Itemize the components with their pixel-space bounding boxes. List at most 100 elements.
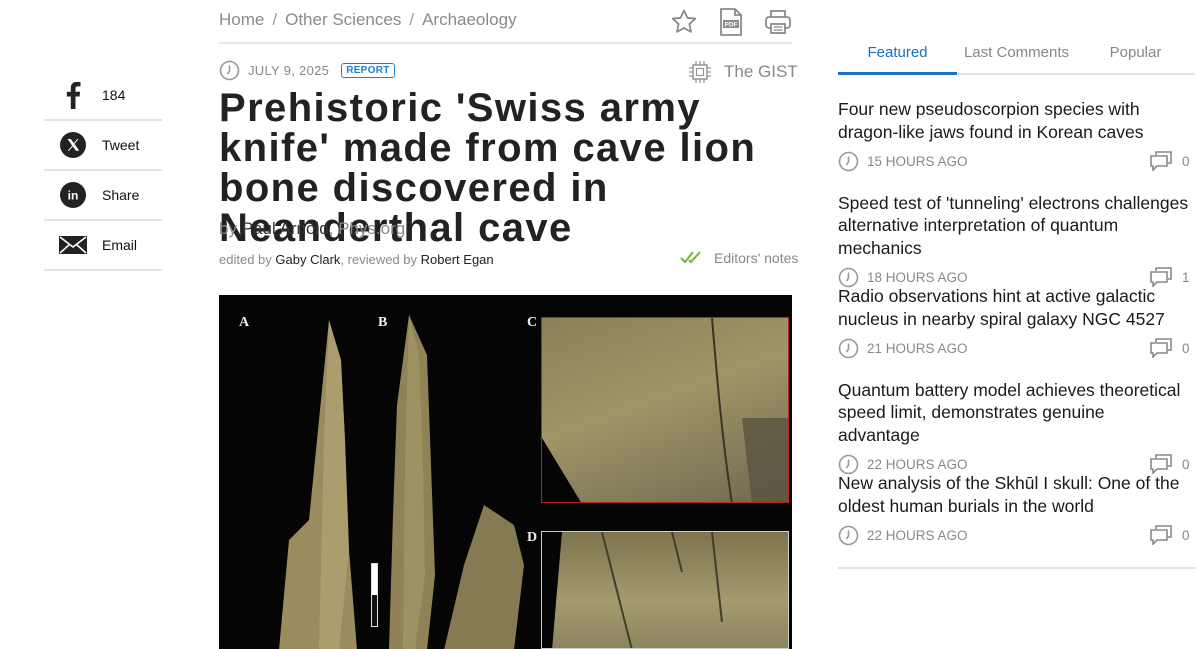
print-button[interactable]: [764, 8, 792, 36]
list-item: Radio observations hint at active galact…: [838, 285, 1190, 379]
news-title-link[interactable]: New analysis of the Skhūl I skull: One o…: [838, 472, 1190, 517]
news-title-link[interactable]: Four new pseudoscorpion species with dra…: [838, 98, 1190, 143]
tab-featured[interactable]: Featured: [838, 38, 957, 75]
comment-count: 0: [1182, 340, 1190, 356]
list-item: Quantum battery model achieves theoretic…: [838, 379, 1190, 474]
news-time: 22 HOURS AGO: [867, 456, 968, 472]
linkedin-share-label: Share: [102, 187, 140, 203]
article-image[interactable]: A B C D: [219, 295, 792, 649]
comment-count: 0: [1182, 527, 1190, 543]
breadcrumb: Home / Other Sciences / Archaeology: [219, 10, 517, 30]
breadcrumb-home[interactable]: Home: [219, 10, 264, 29]
print-icon: [765, 10, 791, 34]
byline-comma: ,: [328, 219, 334, 238]
comments-link[interactable]: 0: [1150, 454, 1190, 474]
figure-label-d: D: [527, 530, 538, 545]
linkedin-share-button[interactable]: in Share: [44, 171, 162, 221]
clock-icon: [838, 151, 859, 171]
facebook-share-button[interactable]: 184: [44, 71, 162, 121]
comment-icon: [1150, 454, 1172, 474]
chip-icon: [689, 61, 711, 83]
article-meta: JULY 9, 2025 REPORT: [219, 60, 395, 81]
bookmark-star-button[interactable]: [670, 8, 698, 36]
news-title-link[interactable]: Radio observations hint at active galact…: [838, 285, 1190, 330]
double-check-icon: [680, 251, 701, 264]
comments-link[interactable]: 1: [1150, 267, 1190, 287]
reviewed-by-label: , reviewed by: [340, 252, 418, 267]
star-icon: [671, 9, 697, 33]
breadcrumb-archaeology[interactable]: Archaeology: [422, 10, 517, 29]
article-date: JULY 9, 2025: [248, 63, 330, 78]
tweet-button[interactable]: Tweet: [44, 121, 162, 171]
scale-bar: [371, 563, 378, 627]
the-gist-label: The GIST: [724, 62, 798, 81]
source-link[interactable]: Phys.org: [338, 219, 405, 238]
svg-text:PDF: PDF: [725, 22, 738, 29]
article-tools: PDF: [670, 8, 792, 36]
pdf-button[interactable]: PDF: [717, 8, 745, 36]
comment-count: 0: [1182, 456, 1190, 472]
tweet-label: Tweet: [102, 137, 140, 153]
detail-panel-c: [541, 317, 789, 503]
divider: [219, 42, 792, 44]
breadcrumb-other-sciences[interactable]: Other Sciences: [285, 10, 401, 29]
email-share-button[interactable]: Email: [44, 221, 162, 271]
edit-credits: edited by Gaby Clark, reviewed by Robert…: [219, 252, 494, 267]
byline: by Paul Arnold, Phys.org: [219, 219, 405, 239]
breadcrumb-separator: /: [409, 10, 415, 29]
figure-label-c: C: [527, 315, 538, 330]
editor-link[interactable]: Gaby Clark: [275, 252, 340, 267]
reviewer-link[interactable]: Robert Egan: [421, 252, 494, 267]
sidebar-tabs: Featured Last Comments Popular: [838, 38, 1195, 75]
bone-fragment-c: [444, 505, 524, 649]
list-item: New analysis of the Skhūl I skull: One o…: [838, 472, 1190, 566]
news-time: 18 HOURS AGO: [867, 269, 968, 285]
facebook-share-count: 184: [102, 87, 126, 103]
svg-text:in: in: [68, 189, 79, 203]
news-meta: 22 HOURS AGO 0: [838, 524, 1190, 546]
bone-fragment-a: [279, 320, 359, 649]
clock-icon: [838, 525, 859, 545]
clock-icon: [219, 60, 240, 81]
news-meta: 15 HOURS AGO 0: [838, 150, 1190, 172]
comment-count: 0: [1182, 153, 1190, 169]
report-badge[interactable]: REPORT: [341, 63, 395, 78]
news-time: 15 HOURS AGO: [867, 153, 968, 169]
clock-icon: [838, 338, 859, 358]
facebook-icon: [44, 81, 102, 109]
detail-panel-d: [541, 531, 789, 649]
tab-last-comments[interactable]: Last Comments: [957, 38, 1076, 73]
email-icon: [44, 235, 102, 255]
divider: [838, 567, 1195, 569]
share-sidebar: 184 Tweet in Share Email: [44, 71, 162, 271]
comments-link[interactable]: 0: [1150, 338, 1190, 358]
breadcrumb-separator: /: [272, 10, 278, 29]
pdf-icon: PDF: [720, 8, 742, 36]
edited-by-label: edited by: [219, 252, 272, 267]
by-label: by: [219, 219, 237, 238]
comment-icon: [1150, 525, 1172, 545]
comment-icon: [1150, 338, 1172, 358]
news-meta: 21 HOURS AGO 0: [838, 337, 1190, 359]
comments-link[interactable]: 0: [1150, 151, 1190, 171]
author-link[interactable]: Paul Arnold: [242, 219, 329, 238]
figure-label-a: A: [239, 315, 250, 330]
the-gist-button[interactable]: The GIST: [688, 60, 798, 84]
list-item: Four new pseudoscorpion species with dra…: [838, 98, 1190, 192]
comment-count: 1: [1182, 269, 1190, 285]
comment-icon: [1150, 151, 1172, 171]
editors-notes-label: Editors' notes: [714, 250, 799, 266]
x-icon: [44, 131, 102, 159]
news-time: 21 HOURS AGO: [867, 340, 968, 356]
tab-popular[interactable]: Popular: [1076, 38, 1195, 73]
comment-icon: [1150, 267, 1172, 287]
featured-news-list: Four new pseudoscorpion species with dra…: [838, 98, 1190, 566]
news-time: 22 HOURS AGO: [867, 527, 968, 543]
news-title-link[interactable]: Quantum battery model achieves theoretic…: [838, 379, 1190, 447]
email-share-label: Email: [102, 237, 138, 253]
news-title-link[interactable]: Speed test of 'tunneling' electrons chal…: [838, 192, 1190, 260]
comments-link[interactable]: 0: [1150, 525, 1190, 545]
linkedin-icon: in: [44, 181, 102, 209]
list-item: Speed test of 'tunneling' electrons chal…: [838, 192, 1190, 287]
editors-notes-button[interactable]: Editors' notes: [680, 250, 798, 266]
